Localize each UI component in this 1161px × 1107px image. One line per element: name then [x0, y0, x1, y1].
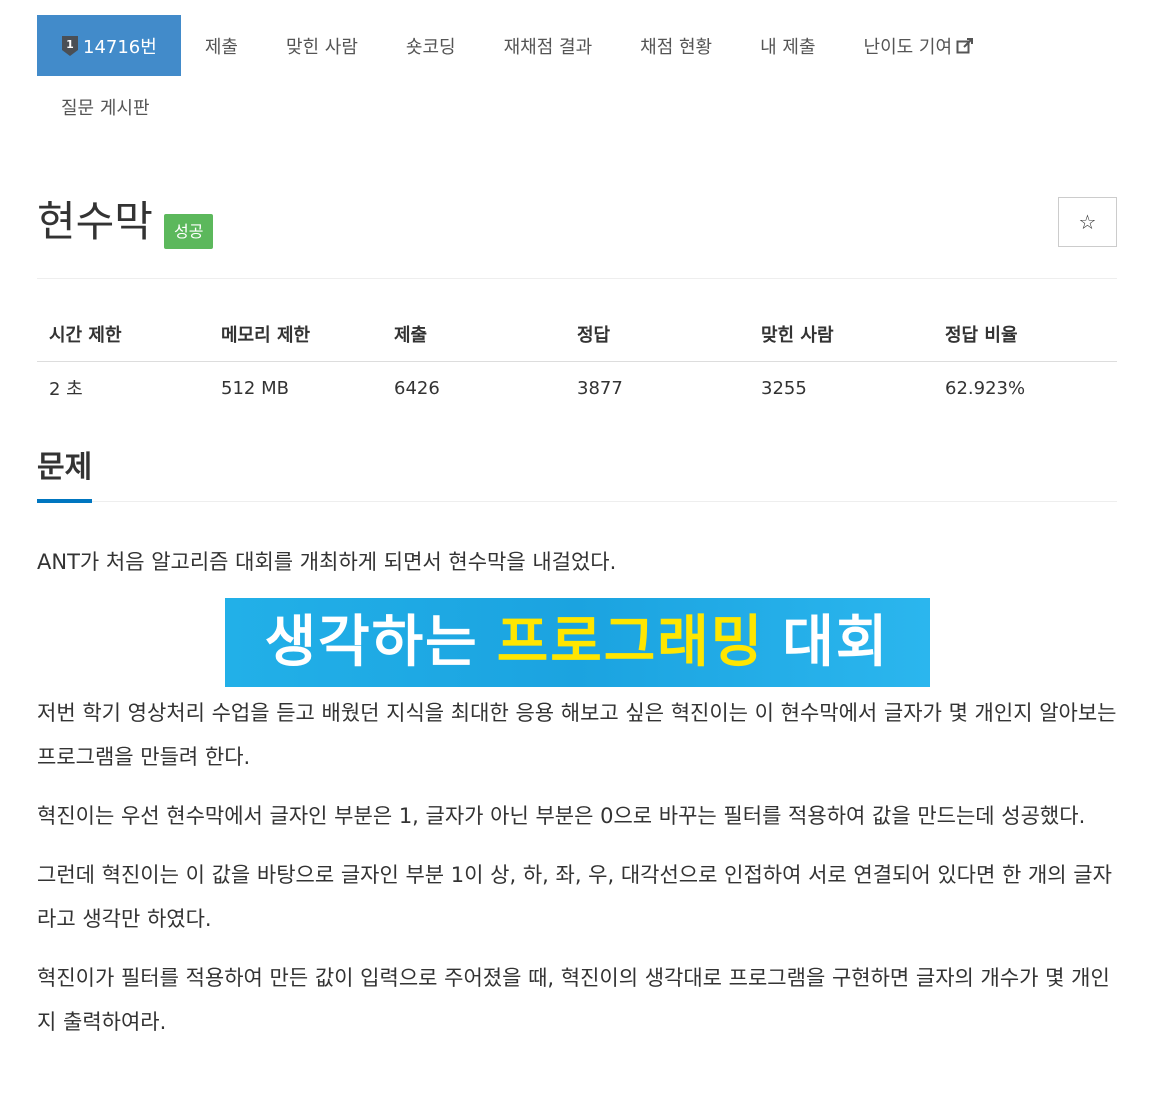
- header-accepted: 정답: [565, 307, 749, 362]
- status-badge: 성공: [164, 214, 214, 249]
- header-accept-rate: 정답 비율: [933, 307, 1117, 362]
- nav-rejudge[interactable]: 재채점 결과: [480, 15, 617, 76]
- table-row: 2 초 512 MB 6426 3877 3255 62.923%: [37, 361, 1117, 415]
- favorite-star-button[interactable]: ☆: [1058, 197, 1117, 247]
- cell-time-limit: 2 초: [49, 379, 83, 401]
- cell-memory-limit: 512 MB: [221, 377, 289, 399]
- problem-nav: 1 14716번 제출 맞힌 사람 숏코딩 재채점 결과 채점 현황 내 제출 …: [37, 15, 1127, 137]
- problem-paragraph: 그런데 혁진이는 이 값을 바탕으로 글자인 부분 1이 상, 하, 좌, 우,…: [37, 863, 1112, 931]
- banner-text-3: 대회: [782, 609, 890, 675]
- nav-my-submissions[interactable]: 내 제출: [736, 15, 839, 76]
- title-row: 현수막 성공 ☆: [37, 196, 1117, 256]
- header-submissions: 제출: [382, 307, 565, 362]
- problem-paragraph: 저번 학기 영상처리 수업을 듣고 배웠던 지식을 최대한 응용 해보고 싶은 …: [37, 701, 1117, 769]
- nav-difficulty-contribution[interactable]: 난이도 기여: [840, 15, 999, 76]
- nav-submit[interactable]: 제출: [181, 15, 262, 76]
- cell-submissions: 6426: [394, 377, 440, 399]
- problem-paragraph: 혁진이가 필터를 적용하여 만든 값이 입력으로 주어졌을 때, 혁진이의 생각…: [37, 966, 1110, 1034]
- banner-text-2: 프로그래밍: [496, 609, 765, 675]
- problem-paragraph: ANT가 처음 알고리즘 대회를 개최하게 되면서 현수막을 내걸었다.: [37, 550, 617, 574]
- contest-banner-image: 생각하는 프로그래밍 대회: [224, 598, 930, 687]
- title-divider: [37, 278, 1117, 279]
- nav-qna-board[interactable]: 질문 게시판: [37, 76, 174, 137]
- nav-problem-id: 14716번: [83, 36, 157, 58]
- nav-difficulty-label: 난이도 기여: [863, 36, 953, 58]
- tier-badge-icon: 1: [61, 35, 79, 57]
- nav-problem-tab[interactable]: 1 14716번: [37, 15, 181, 76]
- section-title: 문제: [37, 445, 93, 503]
- nav-shortcoding[interactable]: 숏코딩: [382, 15, 480, 76]
- problem-description: ANT가 처음 알고리즘 대회를 개최하게 되면서 현수막을 내걸었다. 생각하…: [37, 540, 1117, 1059]
- banner-text-1: 생각하는: [264, 609, 479, 675]
- problem-paragraph: 혁진이는 우선 현수막에서 글자인 부분은 1, 글자가 아닌 부분은 0으로 …: [37, 804, 1086, 828]
- section-header: 문제: [37, 445, 1117, 503]
- nav-solvers[interactable]: 맞힌 사람: [262, 15, 382, 76]
- star-icon: ☆: [1078, 210, 1097, 234]
- problem-info-table: 시간 제한 메모리 제한 제출 정답 맞힌 사람 정답 비율 2 초 512 M…: [37, 307, 1117, 415]
- header-solvers: 맞힌 사람: [749, 307, 933, 362]
- cell-solvers: 3255: [761, 377, 807, 399]
- external-link-icon: [956, 37, 974, 55]
- cell-accept-rate: 62.923%: [945, 377, 1026, 399]
- nav-status[interactable]: 채점 현황: [616, 15, 736, 76]
- cell-accepted: 3877: [577, 377, 623, 399]
- header-time-limit: 시간 제한: [37, 307, 209, 362]
- page-title: 현수막: [37, 197, 153, 246]
- table-header-row: 시간 제한 메모리 제한 제출 정답 맞힌 사람 정답 비율: [37, 307, 1117, 362]
- header-memory-limit: 메모리 제한: [209, 307, 382, 362]
- svg-text:1: 1: [66, 38, 74, 51]
